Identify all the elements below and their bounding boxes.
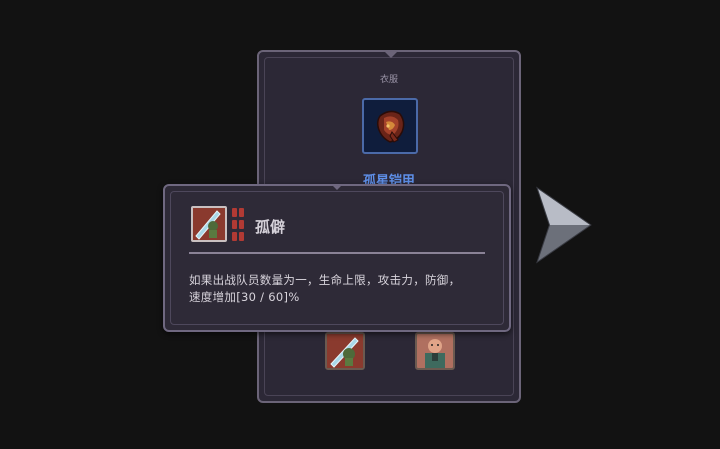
item-category: 衣服 xyxy=(379,75,398,85)
skill-description-line: 如果出战队员数量为一，生命上限，攻击力，防御， xyxy=(189,273,461,287)
sword-warrior-icon[interactable] xyxy=(325,332,365,370)
armor-icon[interactable] xyxy=(362,98,418,154)
skill-description-line: 速度增加[30 / 60]% xyxy=(189,290,300,304)
skill-rank-indicator xyxy=(232,208,246,242)
tooltip-notch xyxy=(331,184,343,190)
card-notch xyxy=(383,50,399,58)
skill-description: 如果出战队员数量为一，生命上限，攻击力，防御， 速度增加[30 / 60]% xyxy=(189,272,489,306)
sword-warrior-icon xyxy=(191,206,227,242)
skill-tooltip: 孤僻 如果出战队员数量为一，生命上限，攻击力，防御， 速度增加[30 / 60]… xyxy=(163,184,511,332)
divider xyxy=(189,252,485,254)
skill-name: 孤僻 xyxy=(255,218,286,236)
arrow-right-icon[interactable] xyxy=(532,185,592,265)
soldier-portrait-icon[interactable] xyxy=(415,332,455,370)
